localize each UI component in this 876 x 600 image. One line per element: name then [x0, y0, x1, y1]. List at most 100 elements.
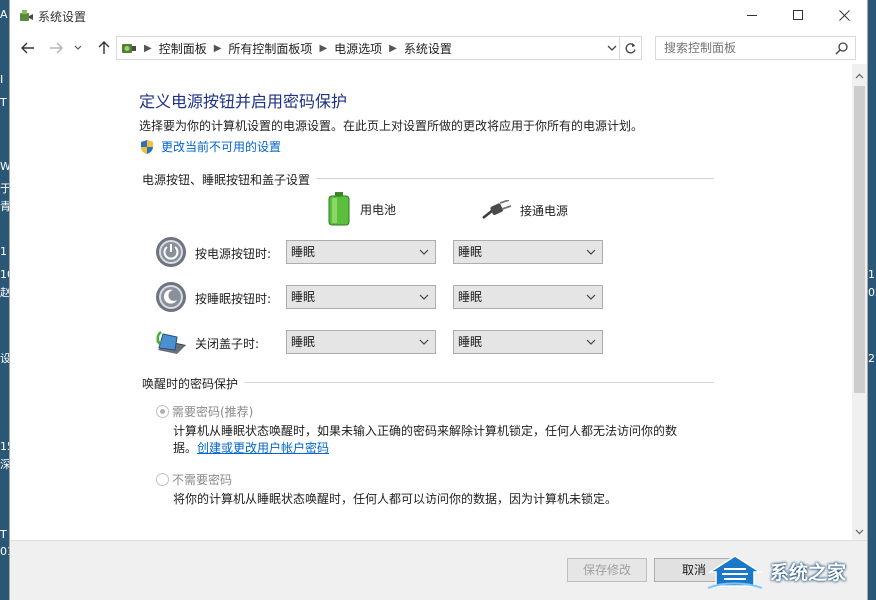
- breadcrumb-separator: ▶: [213, 42, 222, 54]
- desktop-char: 青: [0, 200, 9, 213]
- breadcrumb-item[interactable]: 电源选项: [334, 40, 382, 57]
- desktop-char: 1: [868, 268, 875, 281]
- lid-close-plugged-select[interactable]: 睡眠: [453, 330, 603, 354]
- breadcrumb-separator: ▶: [389, 42, 397, 54]
- desktop-char: W: [0, 160, 9, 173]
- chevron-down-icon: [419, 294, 429, 300]
- main-content: 定义电源按钮并启用密码保护 选择要为你的计算机设置的电源设置。在此页上对设置所做…: [10, 64, 852, 540]
- control-panel-icon: [122, 44, 136, 53]
- require-password-radio[interactable]: [156, 405, 169, 418]
- laptop-lid-icon: [156, 331, 186, 354]
- maximize-button[interactable]: [775, 0, 821, 30]
- recent-locations-button[interactable]: [72, 38, 84, 58]
- chevron-down-icon: [419, 339, 429, 345]
- sleep-button-plugged-select[interactable]: 睡眠: [453, 285, 603, 309]
- plugged-in-column-label: 接通电源: [520, 203, 569, 218]
- chevron-down-icon: [419, 249, 429, 255]
- battery-column-label: 用电池: [360, 202, 397, 217]
- power-buttons-section-title: 电源按钮、睡眠按钮和盖子设置: [142, 171, 317, 188]
- no-password-radio[interactable]: [156, 473, 169, 486]
- desktop-char: I: [0, 73, 4, 86]
- no-password-option[interactable]: 不需要密码: [156, 471, 232, 488]
- title-bar: 系统设置: [10, 0, 867, 32]
- desktop-char: 设: [0, 352, 9, 365]
- power-button-battery-select[interactable]: 睡眠: [286, 240, 436, 264]
- arrow-left-icon: [21, 42, 34, 54]
- search-icon: [835, 42, 848, 55]
- no-password-description: 将你的计算机从睡眠状态唤醒时，任何人都可以访问你的数据，因为计算机未锁定。: [173, 492, 618, 506]
- password-section-title: 唤醒时的密码保护: [142, 375, 245, 392]
- scroll-down-button[interactable]: [852, 524, 867, 540]
- sleep-button-label: 按睡眠按钮时:: [195, 292, 272, 306]
- window-title: 系统设置: [38, 10, 87, 24]
- arrow-up-icon: [98, 41, 110, 54]
- breadcrumb-item[interactable]: 控制面板: [159, 40, 207, 57]
- select-value: 睡眠: [291, 290, 316, 304]
- desktop-char: 于: [0, 182, 9, 195]
- select-value: 睡眠: [291, 245, 316, 259]
- require-password-label: 需要密码(推荐): [172, 405, 254, 419]
- watermark-logo: 系统之家: [706, 550, 876, 592]
- up-button[interactable]: [94, 38, 114, 58]
- power-button-plugged-select[interactable]: 睡眠: [453, 240, 603, 264]
- change-unavailable-settings-link[interactable]: 更改当前不可用的设置: [139, 138, 281, 155]
- plugged-in-column-header: 接通电源: [482, 200, 568, 220]
- change-settings-link-text[interactable]: 更改当前不可用的设置: [161, 138, 281, 155]
- refresh-button[interactable]: [619, 37, 641, 59]
- lid-close-label: 关闭盖子时:: [195, 337, 260, 351]
- arrow-right-icon: [50, 42, 63, 54]
- breadcrumb-separator: ▶: [144, 42, 152, 54]
- chevron-down-icon: [74, 45, 82, 50]
- require-password-description: 计算机从睡眠状态唤醒时，如果未输入正确的密码来解除计算机锁定，任何人都无法访问你…: [173, 424, 678, 438]
- breadcrumb-item[interactable]: 系统设置: [404, 40, 452, 57]
- page-description: 选择要为你的计算机设置的电源设置。在此页上对设置所做的更改将应用于你所有的电源计…: [139, 119, 644, 133]
- chevron-down-icon: [586, 339, 596, 345]
- minimize-button[interactable]: [729, 0, 775, 30]
- vertical-scrollbar[interactable]: [852, 64, 867, 540]
- desktop-char: T: [0, 96, 7, 109]
- watermark-house-icon: [707, 555, 763, 589]
- require-password-description-cont: 据。创建或更改用户帐户密码: [173, 439, 329, 456]
- desktop-char: 10: [0, 268, 9, 281]
- address-dropdown-icon[interactable]: [605, 41, 619, 55]
- scroll-up-button[interactable]: [852, 68, 867, 84]
- forward-button[interactable]: [46, 38, 66, 58]
- chevron-down-icon: [586, 294, 596, 300]
- create-password-link[interactable]: 创建或更改用户帐户密码: [197, 441, 329, 455]
- desktop-char: 15: [0, 440, 9, 453]
- close-button[interactable]: [821, 0, 867, 30]
- chevron-down-icon: [586, 249, 596, 255]
- desktop-char: 深: [0, 458, 9, 471]
- search-box[interactable]: [655, 36, 856, 60]
- select-value: 睡眠: [458, 290, 483, 304]
- power-plug-icon: [482, 200, 512, 219]
- back-button[interactable]: [18, 38, 38, 58]
- desktop-right-edge: 1 02 2: [868, 0, 876, 600]
- desktop-char: 赵: [0, 286, 9, 299]
- lid-close-battery-select[interactable]: 睡眠: [286, 330, 436, 354]
- system-settings-window: 系统设置 ▶ 控制面板 ▶ 所有控制面板项 ▶ 电源选项 ▶ 系统设置 搜索控制…: [9, 0, 868, 600]
- breadcrumb-item[interactable]: 所有控制面板项: [228, 40, 312, 57]
- page-title: 定义电源按钮并启用密码保护: [139, 92, 348, 111]
- breadcrumb: 控制面板 ▶ 所有控制面板项 ▶ 电源选项 ▶ 系统设置: [159, 40, 452, 57]
- save-changes-button[interactable]: 保存修改: [567, 558, 647, 582]
- close-icon: [838, 9, 850, 21]
- power-options-icon: [20, 10, 33, 21]
- desktop-char: 01: [0, 545, 9, 558]
- navigation-bar: ▶ 控制面板 ▶ 所有控制面板项 ▶ 电源选项 ▶ 系统设置: [10, 32, 867, 64]
- search-input[interactable]: [664, 40, 824, 56]
- select-value: 睡眠: [458, 245, 483, 259]
- require-password-option[interactable]: 需要密码(推荐): [156, 403, 253, 420]
- power-button-label: 按电源按钮时:: [195, 247, 272, 261]
- scrollbar-thumb[interactable]: [854, 86, 865, 393]
- refresh-icon: [625, 42, 636, 53]
- address-bar[interactable]: ▶ 控制面板 ▶ 所有控制面板项 ▶ 电源选项 ▶ 系统设置: [116, 36, 642, 60]
- chevron-down-icon: [855, 529, 864, 535]
- sleep-button-battery-select[interactable]: 睡眠: [286, 285, 436, 309]
- select-value: 睡眠: [291, 335, 316, 349]
- maximize-icon: [793, 10, 803, 20]
- desktop-left-edge: A I T W 于 青 1 10 赵 设 15 深 T 01: [0, 0, 9, 600]
- uac-shield-icon: [141, 139, 153, 154]
- desktop-char: A: [0, 8, 8, 21]
- desktop-char: 2: [868, 352, 875, 365]
